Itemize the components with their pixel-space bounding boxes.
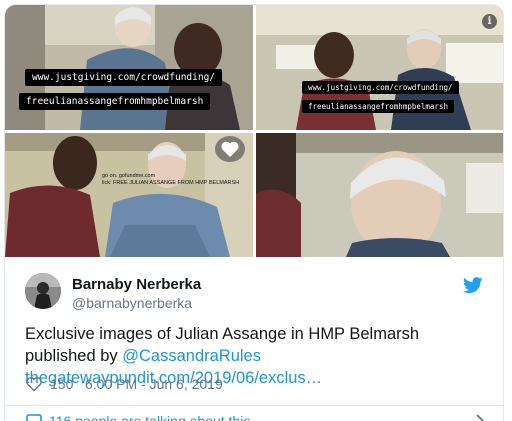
media-photo-2[interactable]: www.justgiving.com/crowdfunding/ freeuli…	[256, 5, 503, 130]
media-photo-3[interactable]: go on. gofundme.com lick: FREE JULIAN AS…	[5, 133, 253, 257]
info-icon[interactable]: i	[482, 14, 497, 29]
speech-bubble-icon	[26, 414, 42, 421]
media-grid: www.justgiving.com/crowdfunding/ freeuli…	[5, 5, 503, 257]
media-photo-1[interactable]: www.justgiving.com/crowdfunding/ freeuli…	[5, 5, 253, 130]
heart-icon[interactable]	[25, 376, 43, 392]
conversation-count: 116 people are talking about this	[49, 413, 251, 421]
photo-caption-line-2: freeulianassangefromhmpbelmarsh	[302, 100, 454, 113]
photo-caption-line-1: www.justgiving.com/crowdfunding/	[302, 81, 459, 94]
author-display-name[interactable]: Barnaby Nerberka	[72, 276, 201, 293]
tweet-card: www.justgiving.com/crowdfunding/ freeuli…	[4, 4, 504, 421]
chevron-right-icon[interactable]	[475, 414, 485, 421]
photo-1-scene	[5, 5, 253, 130]
author-handle[interactable]: @barnabynerberka	[72, 295, 192, 311]
mention-link[interactable]: @CassandraRules	[122, 347, 261, 365]
twitter-bird-icon[interactable]	[462, 277, 483, 299]
photo-caption-line-1: www.justgiving.com/crowdfunding/	[25, 69, 223, 86]
photo-caption-line-2: freeulianassangefromhmpbelmarsh	[19, 93, 211, 110]
divider	[5, 405, 503, 406]
avatar[interactable]	[25, 273, 61, 309]
photo-4-scene	[256, 133, 503, 257]
avatar-image	[25, 273, 61, 309]
media-photo-4[interactable]	[256, 133, 503, 257]
like-count[interactable]: 150	[50, 376, 73, 392]
heart-icon	[221, 141, 239, 157]
photo-caption-line-2: lick: FREE JULIAN ASSANGE FROM HMP BELMA…	[102, 179, 240, 186]
photo-caption: go on. gofundme.com lick: FREE JULIAN AS…	[102, 173, 242, 186]
like-overlay[interactable]	[215, 136, 245, 162]
tweet-timestamp[interactable]: 6:00 PM - Jun 6, 2019	[85, 376, 223, 392]
tweet-author[interactable]: Barnaby Nerberka @barnabynerberka	[25, 273, 485, 317]
